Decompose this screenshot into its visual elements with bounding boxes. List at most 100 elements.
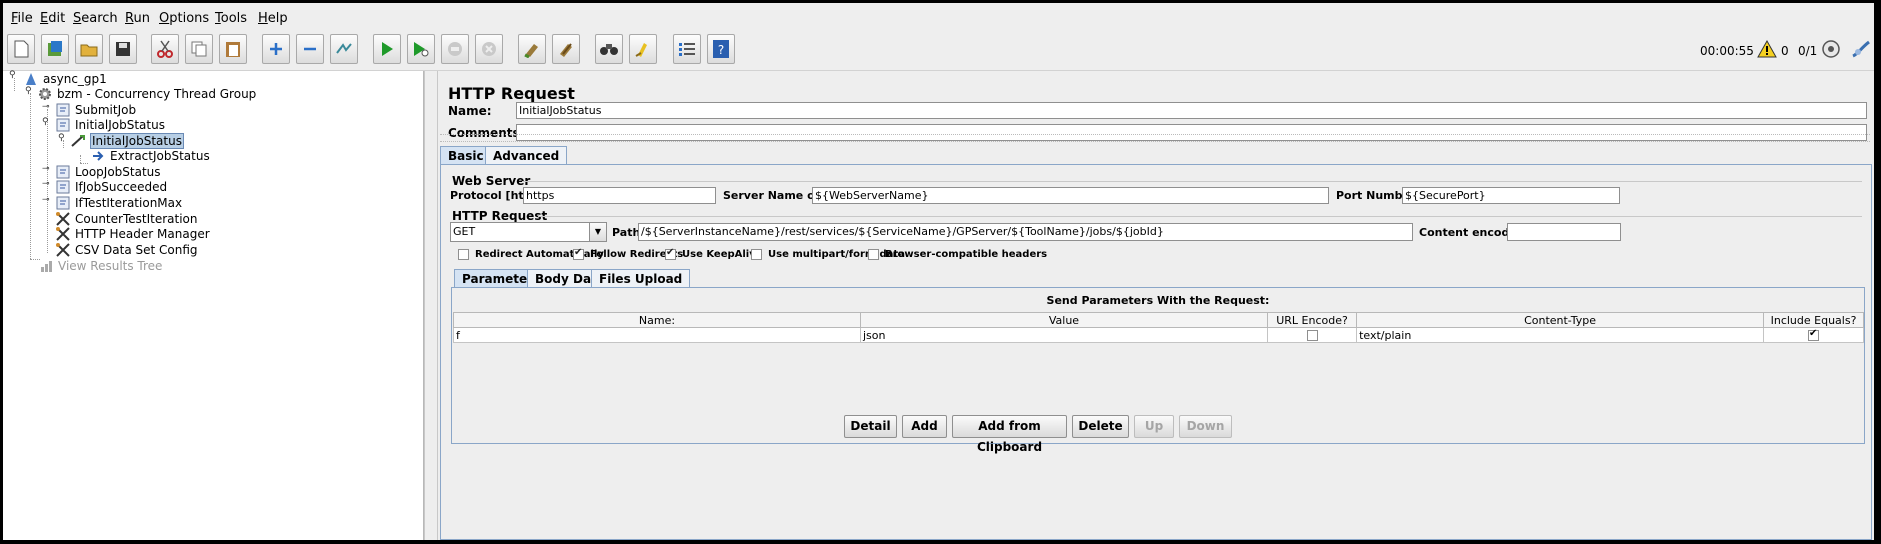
copy-icon[interactable]	[185, 34, 213, 64]
menu-options[interactable]: Options	[159, 11, 209, 26]
column-header-content-type[interactable]: Content-Type	[1356, 312, 1765, 328]
menu-edit[interactable]: Edit	[40, 11, 65, 26]
expand-handle-icon[interactable]: ⚲	[58, 133, 65, 143]
cut-icon[interactable]	[151, 34, 179, 64]
clear-icon[interactable]	[518, 34, 546, 64]
tree-item-view-results-tree[interactable]: View Results Tree	[38, 258, 162, 274]
url-encode-checkbox[interactable]	[1306, 330, 1318, 341]
tree-item-initialjobstatus-sampler[interactable]: InitialJobStatus	[70, 133, 184, 149]
collapse-handle-icon[interactable]: ⊸	[42, 164, 50, 174]
test-plan-icon	[23, 72, 39, 86]
reset-search-icon[interactable]	[629, 34, 657, 64]
start-no-pauses-icon[interactable]	[407, 34, 435, 64]
open-icon[interactable]	[75, 34, 103, 64]
tree-item-thread-group[interactable]: bzm - Concurrency Thread Group	[37, 86, 256, 102]
column-header-value[interactable]: Value	[859, 312, 1268, 328]
tree-item-http-header-manager[interactable]: HTTP Header Manager	[55, 226, 210, 242]
templates-icon[interactable]	[41, 34, 69, 64]
params-heading: Send Parameters With the Request:	[1046, 294, 1270, 307]
menu-file[interactable]: File	[11, 11, 33, 26]
column-header-name[interactable]: Name:	[453, 312, 861, 328]
thread-count: 0/1	[1798, 44, 1818, 58]
save-icon[interactable]	[109, 34, 137, 64]
tree-item-test-plan[interactable]: async_gp1	[23, 71, 107, 87]
warning-icon[interactable]	[1757, 39, 1777, 61]
search-icon[interactable]	[595, 34, 623, 64]
up-button[interactable]: Up	[1134, 415, 1174, 438]
port-number-field[interactable]: ${SecurePort}	[1402, 187, 1620, 204]
include-equals-checkbox[interactable]	[1808, 329, 1820, 341]
tab-basic[interactable]: Basic	[440, 146, 492, 165]
expand-icon[interactable]	[262, 34, 290, 64]
detail-button[interactable]: Detail	[844, 415, 897, 438]
tree-item-csv-data-set-config[interactable]: CSV Data Set Config	[55, 242, 198, 258]
elapsed-time: 00:00:55	[1700, 44, 1754, 58]
menu-bar: File Edit Search Run Options Tools Help	[3, 3, 1874, 26]
delete-button[interactable]: Delete	[1072, 415, 1129, 438]
new-icon[interactable]	[7, 34, 35, 64]
jmeter-window: File Edit Search Run Options Tools Help …	[3, 3, 1874, 540]
menu-help[interactable]: Help	[258, 11, 288, 26]
web-server-group-title: Web Server	[452, 174, 531, 188]
tree-item-ifjobsucceeded[interactable]: IfJobSucceeded	[55, 179, 167, 195]
clear-all-icon[interactable]	[552, 34, 580, 64]
function-helper-icon[interactable]	[673, 34, 701, 64]
parameters-table: Name: Value URL Encode? Content-Type Inc…	[453, 312, 1864, 343]
tree-item-submitjob[interactable]: SubmitJob	[55, 102, 136, 118]
name-field[interactable]: InitialJobStatus	[516, 102, 1867, 119]
content-encoding-field[interactable]	[1507, 223, 1621, 241]
expand-handle-icon[interactable]: ⚲	[42, 117, 49, 127]
controller-icon	[55, 165, 71, 179]
use-keepalive-checkbox[interactable]: Use KeepAlive	[665, 247, 763, 260]
tab-files-upload[interactable]: Files Upload	[591, 269, 691, 288]
include-equals-cell[interactable]	[1763, 327, 1864, 343]
add-from-clipboard-button[interactable]: Add from Clipboard	[952, 415, 1067, 454]
menu-run[interactable]: Run	[125, 11, 150, 26]
tab-advanced[interactable]: Advanced	[485, 146, 568, 165]
collapse-handle-icon[interactable]: ⊸	[42, 195, 50, 205]
down-button[interactable]: Down	[1179, 415, 1232, 438]
protocol-field[interactable]: https	[523, 187, 716, 204]
collapse-bar[interactable]	[440, 134, 1870, 142]
path-field[interactable]: /${ServerInstanceName}/rest/services/${S…	[638, 223, 1413, 241]
split-pane-divider[interactable]	[424, 71, 438, 540]
table-row[interactable]: f json text/plain	[453, 327, 1864, 343]
start-icon[interactable]	[373, 34, 401, 64]
tree-item-initialjobstatus-controller[interactable]: InitialJobStatus	[55, 117, 165, 133]
paste-icon[interactable]	[219, 34, 247, 64]
param-value-cell[interactable]: json	[859, 327, 1268, 343]
http-request-panel: HTTP Request Name: InitialJobStatus Comm…	[438, 71, 1874, 540]
tree-item-iftestiterationmax[interactable]: IfTestIterationMax	[55, 195, 182, 211]
collapse-handle-icon[interactable]: ⊸	[42, 102, 50, 112]
param-name-cell[interactable]: f	[453, 327, 861, 343]
expand-handle-icon[interactable]: ⚲	[9, 70, 16, 80]
warning-count: 0	[1781, 44, 1789, 58]
column-header-include-equals[interactable]: Include Equals?	[1763, 312, 1864, 328]
svg-text:?: ?	[718, 43, 724, 57]
config-tools-icon	[55, 227, 71, 241]
config-tools-icon	[55, 243, 71, 257]
method-select[interactable]: GET ▼	[450, 222, 607, 242]
server-name-field[interactable]: ${WebServerName}	[812, 187, 1329, 204]
help-icon[interactable]: ?	[707, 34, 735, 64]
jmeter-logo-icon	[1850, 38, 1872, 63]
browser-compatible-headers-checkbox[interactable]: Browser-compatible headers	[868, 249, 1047, 260]
column-header-url-encode[interactable]: URL Encode?	[1266, 312, 1358, 328]
collapse-handle-icon[interactable]: ⊸	[42, 179, 50, 189]
add-button[interactable]: Add	[902, 415, 947, 438]
menu-search[interactable]: Search	[73, 11, 118, 26]
url-encode-cell[interactable]	[1266, 327, 1358, 343]
tree-item-loopjobstatus[interactable]: LoopJobStatus	[55, 164, 161, 180]
name-label: Name:	[448, 104, 492, 118]
expand-handle-icon[interactable]: ⚲	[25, 86, 32, 96]
toggle-icon[interactable]	[330, 34, 358, 64]
tree-item-extractjobstatus[interactable]: ExtractJobStatus	[90, 148, 210, 164]
shutdown-icon[interactable]	[475, 34, 503, 64]
config-tools-icon	[55, 212, 71, 226]
collapse-icon[interactable]	[296, 34, 324, 64]
content-type-cell[interactable]: text/plain	[1356, 327, 1765, 343]
stop-icon[interactable]	[441, 34, 469, 64]
tree-item-countertestiteration[interactable]: CounterTestIteration	[55, 211, 197, 227]
menu-tools[interactable]: Tools	[215, 11, 247, 26]
test-plan-tree: ⚲ async_gp1 ⚲ bzm - Concurrency Thread G…	[3, 70, 424, 540]
